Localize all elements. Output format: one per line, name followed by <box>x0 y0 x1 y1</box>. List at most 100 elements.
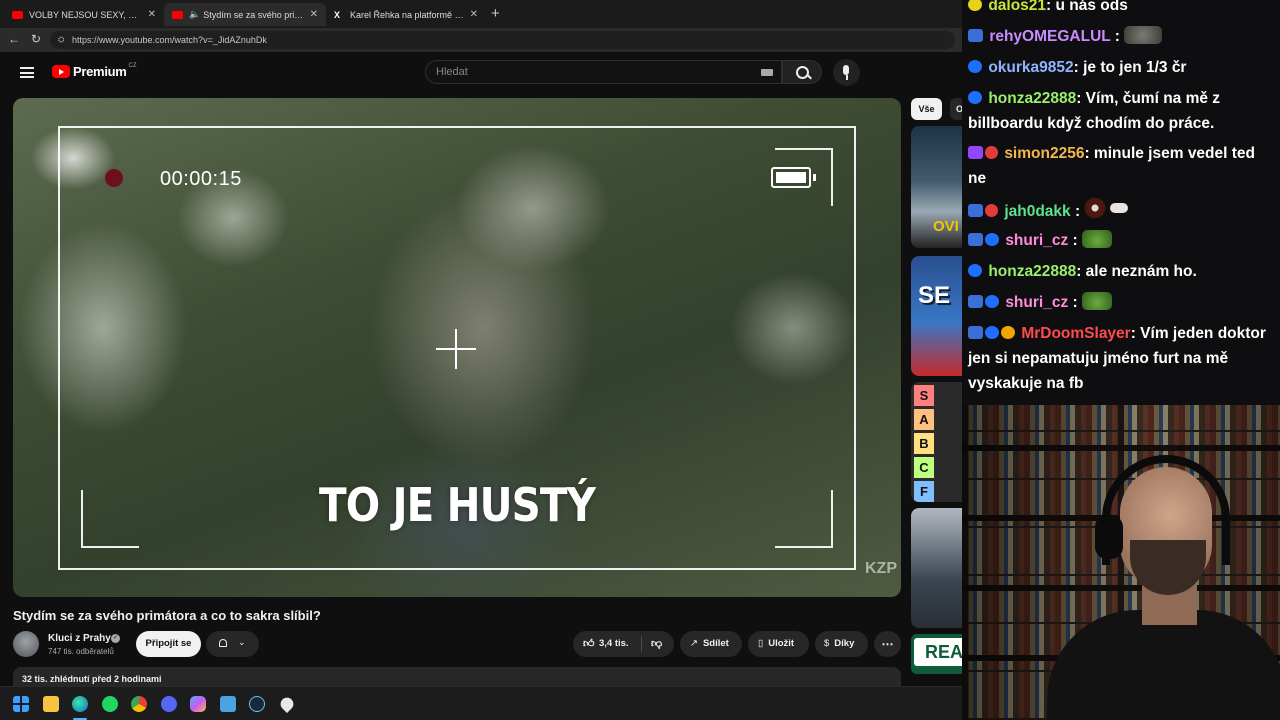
chat-username: okurka9852 <box>988 59 1074 76</box>
url-field[interactable]: ⛭ https://www.youtube.com/watch?v=_JidAZ… <box>50 31 955 49</box>
chat-badge-icon <box>968 60 982 73</box>
close-tab-icon[interactable]: ✕ <box>148 9 156 20</box>
chat-username: honza22888 <box>988 263 1077 280</box>
chip-next[interactable]: O <box>950 98 962 120</box>
site-info-icon[interactable]: ⛭ <box>58 31 64 49</box>
streamer-webcam <box>962 405 1280 720</box>
description-box[interactable]: 32 tis. zhlédnutí před 2 hodinami <box>13 667 901 686</box>
divider <box>641 636 642 652</box>
tier-label: F <box>914 481 934 502</box>
like-count[interactable]: 3,4 tis. <box>599 631 629 657</box>
edge-browser-icon[interactable] <box>72 696 88 712</box>
share-button[interactable]: ↗ Sdílet <box>680 631 742 657</box>
channel-watermark: KZP <box>865 560 897 577</box>
discord-icon[interactable] <box>161 696 177 712</box>
share-label: Sdílet <box>702 638 729 649</box>
chat-message: dalos21: u nás ods <box>968 0 1274 18</box>
thumbnail-text: OVI <box>933 218 959 235</box>
close-tab-icon[interactable]: ✕ <box>310 9 318 20</box>
browser-tab-bar: VOLBY NEJSOU SEXY, Z NICH NEM ✕ 🔈 Stydím… <box>0 0 962 28</box>
chat-message: shuri_cz : <box>968 228 1274 253</box>
headset-earcup <box>1095 515 1123 559</box>
url-text: https://www.youtube.com/watch?v=_JidAZnu… <box>72 35 267 45</box>
recommendation-thumbnail[interactable]: S A B C F <box>911 382 962 502</box>
save-button[interactable]: ▯ Uložit <box>748 631 809 657</box>
subscriber-count: 747 tis. odběratelů <box>48 647 114 656</box>
maps-pin-icon[interactable] <box>277 694 297 714</box>
recommendation-thumbnail[interactable]: OVI <box>911 126 962 248</box>
notifications-button[interactable]: ⌄ <box>206 631 259 657</box>
chat-badge-icon <box>968 233 983 246</box>
tab-label: Stydím se za svého primátora <box>203 9 303 20</box>
join-button[interactable]: Připojit se <box>136 631 201 657</box>
browser-tab-3[interactable]: X Karel Řehka na platformě X: „Po vi ✕ <box>326 3 486 26</box>
channel-avatar[interactable] <box>13 631 39 657</box>
thumbs-down-icon[interactable]: 👎︎ <box>651 631 662 657</box>
back-arrow-icon[interactable]: ← <box>8 32 20 46</box>
chat-username: rehyOMEGALUL <box>989 28 1111 45</box>
speaker-icon[interactable]: 🔈 <box>189 9 200 20</box>
chat-message: okurka9852: je to jen 1/3 čr <box>968 55 1274 80</box>
steam-icon[interactable] <box>249 696 265 712</box>
thanks-label: Díky <box>834 638 855 649</box>
battery-icon <box>771 167 816 188</box>
youtube-premium-logo[interactable]: Premium CZ <box>52 62 137 79</box>
bookmark-icon: ▯ <box>758 638 764 649</box>
chat-badge-icon <box>985 233 999 246</box>
search-input[interactable]: Hledat <box>425 60 782 84</box>
recommendation-thumbnail[interactable] <box>911 508 962 628</box>
copilot-icon[interactable] <box>190 696 206 712</box>
recommendation-thumbnail[interactable]: REA <box>911 634 962 674</box>
chip-all[interactable]: Vše <box>911 98 942 120</box>
youtube-icon <box>172 10 183 19</box>
chat-badge-icon <box>985 326 999 339</box>
browser-tab-1[interactable]: VOLBY NEJSOU SEXY, Z NICH NEM ✕ <box>4 3 164 26</box>
chat-message: honza22888: Vím, čumí na mě z billboardu… <box>968 86 1274 136</box>
crosshair-icon <box>436 329 476 369</box>
share-arrow-icon: ↗ <box>690 638 698 649</box>
search-button[interactable] <box>782 60 822 84</box>
browser-tab-2[interactable]: 🔈 Stydím se za svého primátora ✕ <box>164 3 326 26</box>
notepad-icon[interactable] <box>220 696 236 712</box>
tier-label: A <box>914 409 934 430</box>
thumbs-up-icon[interactable]: 👍︎ <box>583 631 595 657</box>
chat-text: : <box>1110 28 1120 45</box>
new-tab-button[interactable]: + <box>491 5 500 22</box>
chat-badge-icon <box>968 204 983 217</box>
keyboard-icon[interactable] <box>761 69 773 76</box>
voice-search-mic-icon[interactable] <box>833 59 860 86</box>
emote-icon <box>1110 203 1129 213</box>
recommendation-thumbnail[interactable]: SE <box>911 256 962 376</box>
chat-message: jah0dakk : <box>968 197 1274 224</box>
emote-icon <box>1081 292 1112 310</box>
record-dot-icon <box>105 169 123 187</box>
tier-label: B <box>914 433 934 454</box>
chat-badge-icon <box>968 91 982 104</box>
chat-message: honza22888: ale neznám ho. <box>968 259 1274 284</box>
reload-icon[interactable]: ↻ <box>31 32 41 46</box>
chat-badge-icon <box>985 146 998 159</box>
save-label: Uložit <box>768 638 795 649</box>
chrome-icon[interactable] <box>131 696 147 712</box>
thanks-button[interactable]: $ Díky <box>815 631 868 657</box>
video-title: Stydím se za svého primátora a co to sak… <box>13 608 321 623</box>
chat-text: : <box>1068 294 1078 311</box>
video-player[interactable]: 00:00:15 TO JE HUSTÝ KZP <box>13 98 901 597</box>
file-explorer-icon[interactable] <box>43 696 59 712</box>
youtube-page: Premium CZ Hledat 00:00:15 TO JE HUSTÝ K… <box>0 52 962 686</box>
more-actions-icon[interactable]: ⋯ <box>874 631 901 657</box>
bell-icon <box>219 639 227 647</box>
like-dislike-group: 👍︎ 3,4 tis. 👎︎ <box>573 631 674 657</box>
spotify-icon[interactable] <box>102 696 118 712</box>
chat-username: MrDoomSlayer <box>1021 325 1131 342</box>
chat-badge-icon <box>985 295 999 308</box>
chat-badge-icon <box>968 264 982 277</box>
hamburger-menu-icon[interactable] <box>20 67 34 78</box>
logo-region: CZ <box>128 62 137 69</box>
close-tab-icon[interactable]: ✕ <box>470 9 478 20</box>
windows-start-icon[interactable] <box>13 696 29 712</box>
channel-name[interactable]: Kluci z Prahy <box>48 633 111 644</box>
chat-text: : <box>1068 232 1078 249</box>
chat-username: shuri_cz <box>1005 232 1069 249</box>
chat-text: : <box>1070 203 1081 220</box>
